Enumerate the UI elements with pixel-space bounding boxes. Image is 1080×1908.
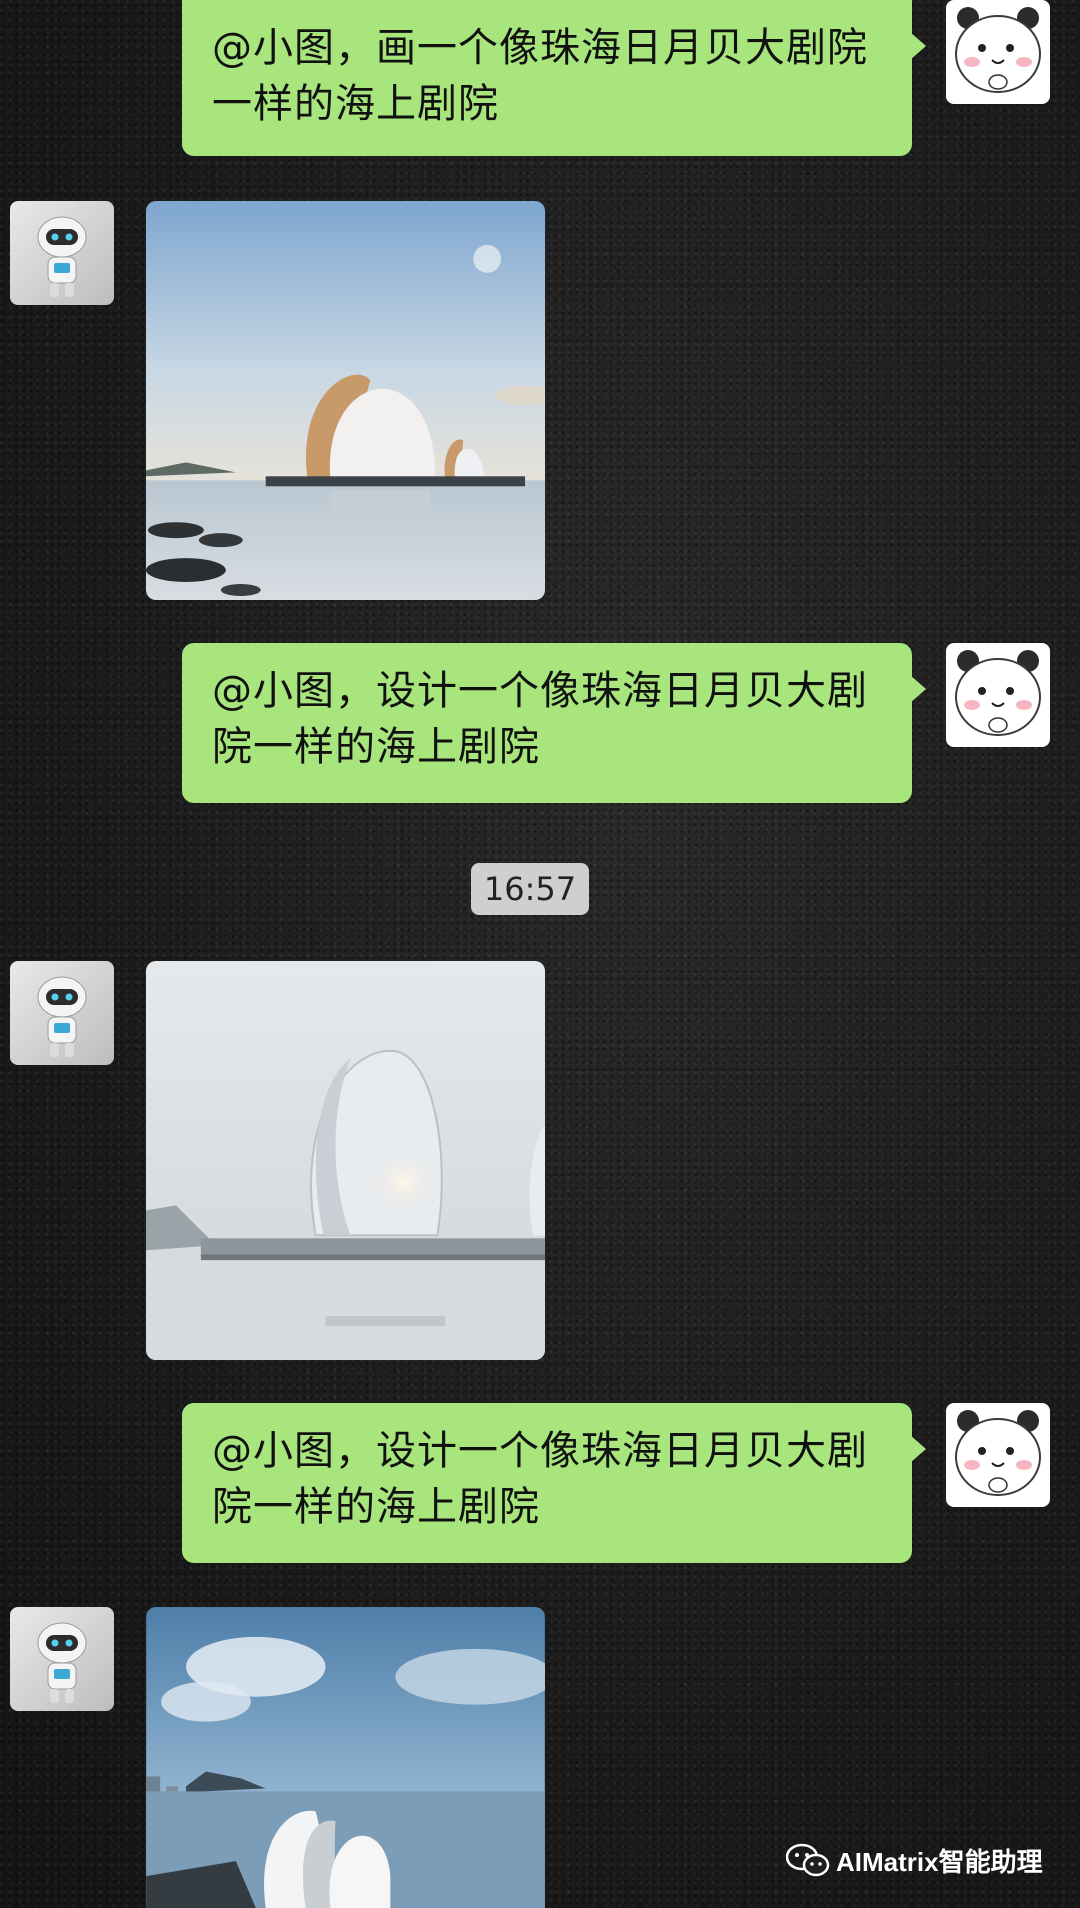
watermark-text: AIMatrix智能助理 (836, 1846, 1043, 1877)
outgoing-message-bubble[interactable]: @小图，画一个像珠海日月贝大剧院一样的海上剧院 (182, 0, 926, 156)
bot-avatar[interactable] (10, 201, 114, 305)
robot-avatar-icon (37, 976, 87, 1057)
theatre-image-1 (146, 201, 545, 600)
bot-avatar[interactable] (10, 1607, 114, 1711)
generated-image[interactable] (146, 961, 545, 1360)
outgoing-message-bubble[interactable]: @小图，设计一个像珠海日月贝大剧院一样的海上剧院 (182, 1403, 926, 1563)
theatre-image-3 (146, 1607, 545, 1908)
wechat-icon (786, 1843, 830, 1877)
watermark: AIMatrix智能助理 (786, 1835, 1043, 1885)
generated-image[interactable] (146, 201, 545, 600)
panda-avatar-icon (955, 7, 1041, 93)
generated-image[interactable] (146, 1607, 545, 1908)
user-avatar[interactable] (946, 0, 1050, 104)
bot-avatar[interactable] (10, 961, 114, 1065)
message-text: @小图，画一个像珠海日月贝大剧院一样的海上剧院 (212, 25, 868, 127)
outgoing-message-bubble[interactable]: @小图，设计一个像珠海日月贝大剧院一样的海上剧院 (182, 643, 926, 803)
message-text: @小图，设计一个像珠海日月贝大剧院一样的海上剧院 (212, 668, 868, 770)
user-avatar[interactable] (946, 643, 1050, 747)
timestamp-badge: 16:57 (471, 863, 589, 915)
panda-avatar-icon (955, 1410, 1041, 1496)
panda-avatar-icon (955, 650, 1041, 736)
robot-avatar-icon (37, 216, 87, 297)
robot-avatar-icon (37, 1622, 87, 1703)
message-text: @小图，设计一个像珠海日月贝大剧院一样的海上剧院 (212, 1428, 868, 1530)
user-avatar[interactable] (946, 1403, 1050, 1507)
theatre-image-2 (146, 961, 545, 1360)
